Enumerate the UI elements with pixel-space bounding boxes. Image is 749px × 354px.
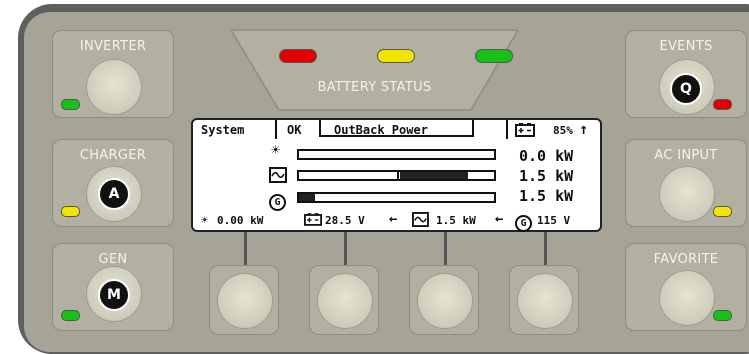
soft-key-4[interactable] (509, 265, 579, 335)
battery-percent: 85% (553, 124, 573, 137)
footer-load: 1.5 kW (436, 214, 476, 227)
solar-bar (297, 149, 496, 160)
tab-status[interactable]: OK (287, 123, 301, 137)
events-button[interactable]: EVENTS Q (625, 30, 747, 118)
tab-divider (275, 120, 277, 139)
ac-bar-center-mark (397, 170, 399, 181)
footer-sun-icon: ☀ (201, 213, 209, 227)
sun-icon: ☀ (271, 141, 281, 159)
gen-bar-fill (299, 194, 315, 201)
soft-key-4-knob[interactable] (517, 273, 573, 329)
inverter-knob[interactable] (86, 59, 142, 115)
soft-key-4-stem (544, 232, 547, 266)
left-arrow-icon-2: ← (495, 211, 504, 227)
up-arrow-icon: ↑ (579, 120, 589, 138)
battery-status-panel (231, 29, 518, 111)
gen-badge: M (98, 279, 130, 311)
left-arrow-icon: ← (389, 211, 398, 227)
events-badge: Q (670, 73, 702, 105)
ac-input-label: AC INPUT (654, 148, 718, 163)
charger-badge: A (98, 178, 130, 210)
favorite-led (713, 310, 732, 321)
events-led (713, 99, 732, 110)
gen-label: GEN (98, 252, 128, 267)
soft-key-2-knob[interactable] (317, 273, 373, 329)
soft-key-2[interactable] (309, 265, 379, 335)
events-label: EVENTS (659, 39, 713, 54)
charger-label: CHARGER (79, 148, 147, 163)
soft-key-2-stem (344, 232, 347, 266)
favorite-label: FAVORITE (653, 252, 719, 267)
gen-button[interactable]: GEN M (52, 243, 174, 331)
soft-key-1[interactable] (209, 265, 279, 335)
battery-status-red-led (279, 49, 317, 63)
battery-status-green-led (475, 49, 513, 63)
ac-input-button[interactable]: AC INPUT (625, 139, 747, 227)
soft-key-3[interactable] (409, 265, 479, 335)
footer-gen: 115 V (537, 214, 571, 227)
footer-generator-icon: G (515, 211, 532, 232)
soft-key-3-stem (444, 232, 447, 266)
soft-key-1-stem (244, 232, 247, 266)
footer-ac-wave-icon (412, 212, 429, 227)
ac-bar (297, 170, 496, 181)
lcd-screen: System OK OutBack Power 85% ↑ ☀ 0.0 kW 1… (191, 118, 602, 232)
footer-battery-icon (304, 213, 322, 226)
soft-key-1-knob[interactable] (217, 273, 273, 329)
battery-icon (515, 123, 535, 137)
ac-input-led (713, 206, 732, 217)
charger-led (61, 206, 80, 217)
inverter-button[interactable]: INVERTER (52, 30, 174, 118)
inverter-led (61, 99, 80, 110)
solar-power-value: 0.0 kW (519, 147, 574, 165)
footer-battery: 28.5 V (325, 214, 365, 227)
tab-divider-right (506, 120, 508, 139)
ac-input-knob[interactable] (659, 166, 715, 222)
gen-power-value: 1.5 kW (519, 187, 574, 205)
charger-button[interactable]: CHARGER A (52, 139, 174, 227)
favorite-knob[interactable] (659, 270, 715, 326)
footer-solar: 0.00 kW (217, 214, 264, 227)
tab-system[interactable]: System (201, 123, 244, 137)
gen-led (61, 310, 80, 321)
inverter-label: INVERTER (79, 39, 147, 54)
ac-bar-fill (400, 172, 468, 179)
generator-icon: G (269, 190, 286, 211)
favorite-button[interactable]: FAVORITE (625, 243, 747, 331)
battery-status-label: BATTERY STATUS (317, 80, 432, 95)
ac-wave-icon (269, 167, 287, 183)
tab-name[interactable]: OutBack Power (334, 123, 428, 137)
soft-key-3-knob[interactable] (417, 273, 473, 329)
battery-status-yellow-led (377, 49, 415, 63)
gen-bar (297, 192, 496, 203)
ac-power-value: 1.5 kW (519, 167, 574, 185)
